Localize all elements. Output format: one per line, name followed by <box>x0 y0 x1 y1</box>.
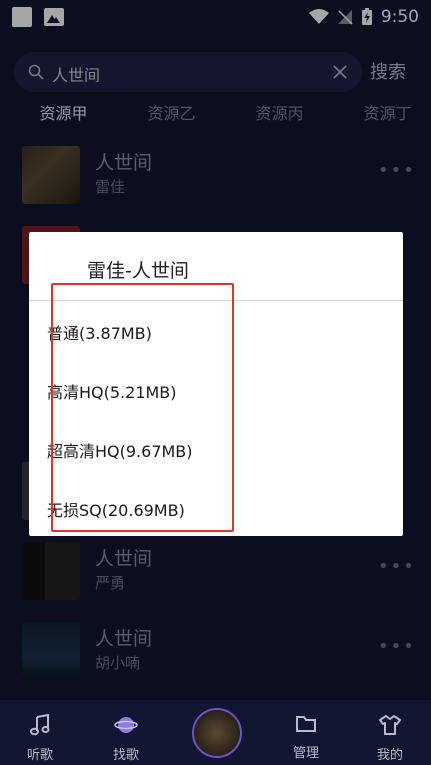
nav-label: 我的 <box>376 748 403 763</box>
nav-mine[interactable]: 我的 <box>360 714 420 763</box>
nav-manage[interactable]: 管理 <box>276 714 336 761</box>
nav-label: 听歌 <box>26 748 53 763</box>
music-note-icon <box>30 713 50 736</box>
nav-listen[interactable]: 听歌 <box>10 713 70 763</box>
highlight-box <box>51 283 234 532</box>
dialog-title: 雷佳-人世间 <box>87 260 189 282</box>
bottom-nav: 听歌 找歌 管理 我的 <box>0 700 431 765</box>
planet-icon <box>114 717 138 733</box>
nav-find[interactable]: 找歌 <box>96 714 156 763</box>
nav-label: 找歌 <box>112 748 139 763</box>
quality-dialog: 雷佳-人世间 普通(3.87MB) 高清HQ(5.21MB) 超高清HQ(9.6… <box>29 232 403 536</box>
folder-icon <box>296 716 316 732</box>
shirt-icon <box>379 715 401 735</box>
nav-label: 管理 <box>292 746 319 761</box>
now-playing-disc[interactable] <box>192 708 242 758</box>
